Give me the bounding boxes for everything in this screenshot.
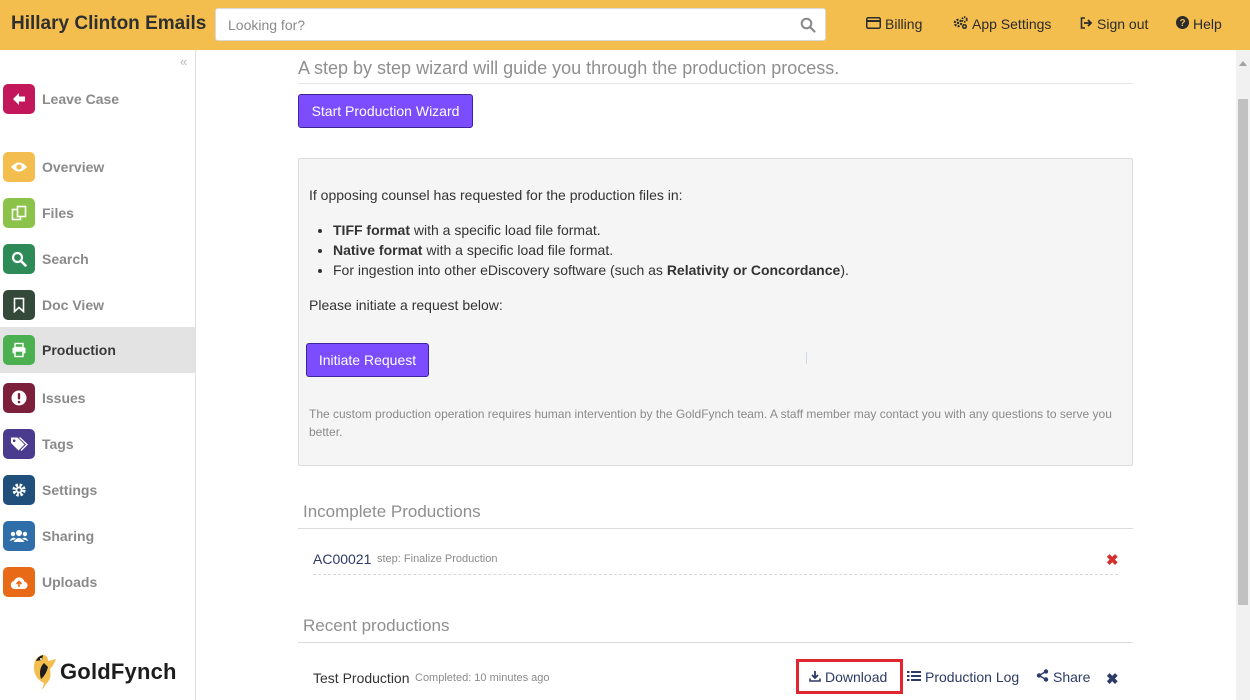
sidebar-item-leave-case[interactable]: Leave Case	[0, 76, 195, 122]
collapse-sidebar-icon[interactable]: «	[180, 54, 187, 69]
sidebar: « Leave Case Overview Files Search Doc V…	[0, 50, 196, 700]
divider	[806, 352, 807, 364]
cogs-icon	[953, 16, 968, 32]
sidebar-item-tags[interactable]: Tags	[0, 421, 195, 467]
divider	[298, 528, 1133, 529]
exclamation-icon	[3, 383, 35, 413]
search-input[interactable]	[216, 9, 786, 40]
row-divider	[313, 574, 1118, 575]
help-label: Help	[1193, 16, 1222, 32]
share-button[interactable]: Share	[1036, 669, 1090, 685]
sidebar-item-label: Issues	[42, 390, 86, 406]
sidebar-item-production[interactable]: Production	[0, 327, 195, 373]
initiate-request-button[interactable]: Initiate Request	[306, 343, 429, 377]
recent-production-name[interactable]: Test Production	[313, 670, 410, 686]
sidebar-item-settings[interactable]: Settings	[0, 467, 195, 513]
start-production-wizard-button[interactable]: Start Production Wizard	[298, 94, 473, 128]
delete-recent-icon[interactable]: ✖	[1106, 670, 1119, 688]
sidebar-item-label: Doc View	[42, 297, 104, 313]
sidebar-item-search[interactable]: Search	[0, 236, 195, 282]
sidebar-item-uploads[interactable]: Uploads	[0, 559, 195, 605]
sidebar-item-label: Leave Case	[42, 91, 120, 107]
sidebar-item-label: Uploads	[42, 574, 98, 590]
download-button[interactable]: Download	[809, 669, 887, 685]
billing-label: Billing	[885, 16, 923, 32]
list-item: TIFF format with a specific load file fo…	[333, 220, 849, 240]
top-bar: Hillary Clinton Emails Billing App Setti…	[0, 0, 1250, 50]
arrow-left-icon	[3, 84, 35, 114]
bird-logo-icon	[28, 649, 58, 696]
list-icon	[907, 669, 921, 685]
sidebar-item-label: Overview	[42, 159, 105, 175]
search-box	[215, 8, 826, 41]
incomplete-productions-title: Incomplete Productions	[303, 502, 481, 521]
sidebar-item-sharing[interactable]: Sharing	[0, 513, 195, 559]
delete-incomplete-icon[interactable]: ✖	[1106, 551, 1119, 569]
tags-icon	[3, 429, 35, 459]
production-log-button[interactable]: Production Log	[907, 669, 1019, 685]
list-item: For ingestion into other eDiscovery soft…	[333, 260, 849, 280]
sidebar-item-label: Files	[42, 205, 74, 221]
panel-note: The custom production operation requires…	[309, 407, 1112, 439]
divider	[298, 642, 1133, 643]
sidebar-item-label: Search	[42, 251, 89, 267]
printer-icon	[3, 335, 35, 365]
goldfynch-logo: GoldFynch	[28, 650, 177, 694]
sign-out-link[interactable]: Sign out	[1080, 16, 1148, 32]
production-log-label: Production Log	[925, 669, 1020, 685]
scroll-up-arrow-icon[interactable]	[1238, 58, 1248, 68]
svg-text:?: ?	[1179, 18, 1185, 29]
help-link[interactable]: ? Help	[1176, 16, 1222, 32]
sidebar-item-files[interactable]: Files	[0, 190, 195, 236]
divider	[298, 83, 1133, 84]
search-icon	[3, 244, 35, 274]
panel-request-text: Please initiate a request below:	[309, 297, 503, 313]
bookmark-icon	[3, 290, 35, 320]
sidebar-item-label: Sharing	[42, 528, 95, 544]
sidebar-item-label: Production	[42, 342, 116, 358]
credit-card-icon	[866, 16, 881, 32]
logo-text: GoldFynch	[60, 659, 177, 684]
incomplete-production-status: step: Finalize Production	[377, 553, 498, 565]
recent-productions-title: Recent productions	[303, 616, 450, 635]
gear-icon	[3, 475, 35, 505]
question-circle-icon: ?	[1176, 16, 1189, 32]
sidebar-item-issues[interactable]: Issues	[0, 375, 195, 421]
panel-intro-text: If opposing counsel has requested for th…	[309, 187, 683, 203]
app-settings-link[interactable]: App Settings	[953, 16, 1051, 32]
eye-icon	[3, 152, 35, 182]
custom-production-panel: If opposing counsel has requested for th…	[298, 158, 1133, 466]
cloud-upload-icon	[3, 567, 35, 597]
download-icon	[809, 669, 821, 685]
wizard-intro-text: A step by step wizard will guide you thr…	[298, 58, 840, 78]
recent-production-status: Completed: 10 minutes ago	[415, 672, 550, 684]
sign-out-icon	[1080, 16, 1093, 32]
format-list: TIFF format with a specific load file fo…	[333, 220, 849, 280]
app-title[interactable]: Hillary Clinton Emails	[11, 13, 206, 35]
sidebar-item-label: Tags	[42, 436, 74, 452]
files-icon	[3, 198, 35, 228]
share-label: Share	[1053, 669, 1091, 685]
scrollbar-thumb[interactable]	[1238, 99, 1248, 605]
app-settings-label: App Settings	[972, 16, 1052, 32]
share-icon	[1036, 669, 1049, 685]
billing-link[interactable]: Billing	[866, 16, 922, 32]
users-icon	[3, 521, 35, 551]
sidebar-item-overview[interactable]: Overview	[0, 144, 195, 190]
sign-out-label: Sign out	[1097, 16, 1149, 32]
list-item: Native format with a specific load file …	[333, 240, 849, 260]
download-label: Download	[825, 669, 888, 685]
incomplete-production-name[interactable]: AC00021	[313, 551, 371, 567]
search-icon[interactable]	[800, 17, 816, 33]
sidebar-item-doc-view[interactable]: Doc View	[0, 282, 195, 328]
sidebar-item-label: Settings	[42, 482, 98, 498]
